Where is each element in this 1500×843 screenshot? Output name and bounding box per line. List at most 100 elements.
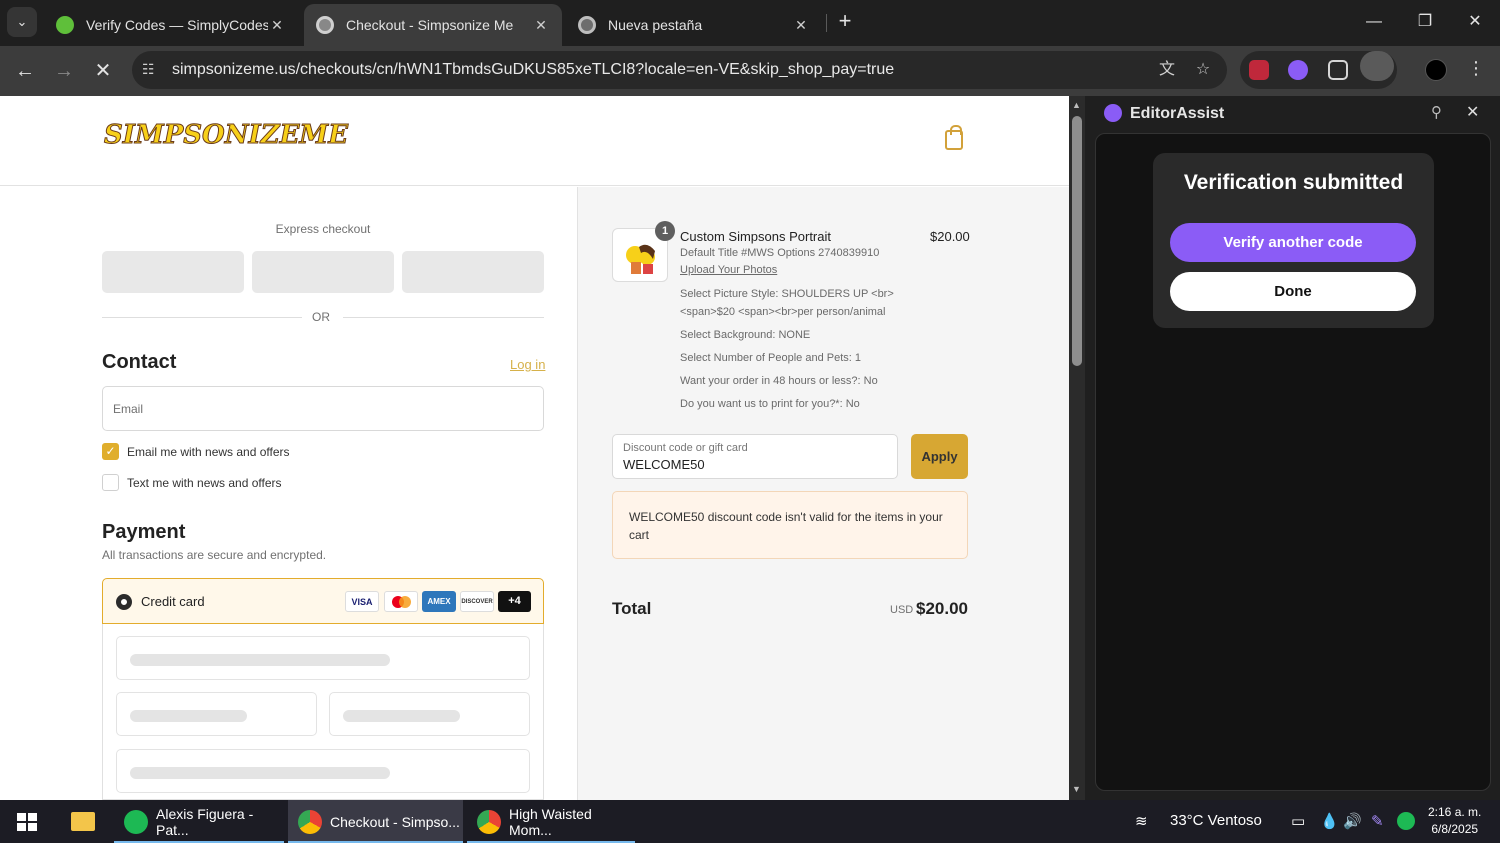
tab-verify-codes[interactable]: Verify Codes — SimplyCodes ✕ <box>44 4 298 46</box>
side-panel-toggle-icon[interactable] <box>1360 51 1394 81</box>
back-icon[interactable]: ← <box>12 58 38 84</box>
side-panel: EditorAssist ⚲ ✕ Verification submitted … <box>1085 96 1500 800</box>
page-scrollbar[interactable]: ▲ ▼ <box>1069 96 1085 800</box>
file-explorer-icon[interactable] <box>60 800 104 843</box>
scroll-down-icon[interactable]: ▼ <box>1072 784 1081 794</box>
express-pay-button-3[interactable] <box>402 251 544 293</box>
browser-toolbar: ← → ✕ ☷ simpsonizeme.us/checkouts/cn/hWN… <box>0 46 1500 96</box>
tab-title: Verify Codes — SimplyCodes <box>86 17 268 33</box>
express-pay-button-2[interactable] <box>252 251 394 293</box>
discount-error-message: WELCOME50 discount code isn't valid for … <box>612 491 968 559</box>
side-panel-close-icon[interactable]: ✕ <box>1466 102 1479 122</box>
onedrive-icon[interactable]: 💧 <box>1320 812 1339 830</box>
chrome-icon <box>477 809 501 834</box>
name-on-card-field[interactable] <box>116 749 530 793</box>
taskbar-item-label: High Waisted Mom... <box>509 805 592 838</box>
total-amount: $20.00 <box>916 599 968 618</box>
minimize-icon[interactable]: — <box>1362 10 1386 34</box>
window-close-icon[interactable]: ✕ <box>1463 10 1487 34</box>
new-tab-icon[interactable]: + <box>832 9 858 35</box>
express-checkout-title: Express checkout <box>275 222 371 236</box>
login-link[interactable]: Log in <box>510 357 545 372</box>
visa-icon: VISA <box>345 591 379 612</box>
taskbar-chrome-profile[interactable]: High Waisted Mom... <box>467 800 635 843</box>
expiration-field[interactable] <box>116 692 317 736</box>
taskbar-spotify[interactable]: Alexis Figuera - Pat... <box>114 800 284 843</box>
ublock-shield-icon[interactable] <box>1249 60 1269 80</box>
discount-code-input[interactable]: Discount code or gift card WELCOME50 <box>612 434 898 479</box>
bookmark-star-icon[interactable]: ☆ <box>1192 59 1214 81</box>
email-news-checkbox[interactable]: ✓ <box>102 443 119 460</box>
product-option: Select Background: NONE <box>680 329 811 341</box>
product-variant: Default Title #MWS Options 2740839910 <box>680 247 880 259</box>
credit-card-option[interactable]: Credit card VISA AMEX DISCOVER +4 <box>102 578 544 624</box>
unpin-icon[interactable]: ⚲ <box>1431 103 1442 121</box>
simplycodes-favicon-icon <box>56 16 74 34</box>
network-icon[interactable]: ▭ <box>1291 812 1305 830</box>
tab-strip: ⌄ Verify Codes — SimplyCodes ✕ Checkout … <box>0 0 1500 46</box>
total-label: Total <box>612 599 652 618</box>
verification-status: Verification submitted <box>1183 171 1404 194</box>
tab-close-icon[interactable]: ✕ <box>268 17 286 34</box>
tab-title: Checkout - Simpsonize Me <box>346 17 514 33</box>
url-text[interactable]: simpsonizeme.us/checkouts/cn/hWN1TbmdsGu… <box>172 61 894 79</box>
puzzle-extensions-icon[interactable] <box>1328 60 1348 80</box>
done-button[interactable]: Done <box>1170 272 1416 311</box>
translate-icon[interactable]: 文 <box>1156 59 1178 81</box>
weather-wind-icon[interactable]: ≋ <box>1135 812 1148 830</box>
currency-code: USD <box>890 604 914 616</box>
card-number-field[interactable] <box>116 636 530 680</box>
tab-close-icon[interactable]: ✕ <box>532 17 550 34</box>
credit-card-radio[interactable] <box>116 594 132 610</box>
email-field[interactable]: Email <box>102 386 544 431</box>
pen-icon[interactable]: ✎ <box>1371 812 1384 830</box>
security-code-field[interactable] <box>329 692 530 736</box>
shopping-bag-icon[interactable] <box>945 125 963 150</box>
tab-search-icon[interactable]: ⌄ <box>7 7 37 37</box>
weather-text[interactable]: 33°C Ventoso <box>1170 812 1262 829</box>
system-clock[interactable]: 2:16 a. m. 6/8/2025 <box>1428 804 1481 838</box>
taskbar-chrome-checkout[interactable]: Checkout - Simpso... <box>288 800 463 843</box>
contact-heading: Contact <box>102 351 177 373</box>
store-logo[interactable]: SIMPSONIZEME <box>103 120 348 151</box>
loading-favicon-icon <box>316 16 334 34</box>
text-news-checkbox[interactable] <box>102 474 119 491</box>
tab-separator <box>826 14 827 32</box>
taskbar-item-label: Alexis Figuera - Pat... <box>156 805 254 838</box>
restore-icon[interactable]: ❐ <box>1413 10 1437 34</box>
forward-icon[interactable]: → <box>51 58 77 84</box>
editorassist-logo-icon <box>1104 104 1122 122</box>
discount-field-label: Discount code or gift card <box>623 442 748 454</box>
address-bar[interactable]: ☷ simpsonizeme.us/checkouts/cn/hWN1Tbmds… <box>132 51 1227 89</box>
scroll-up-icon[interactable]: ▲ <box>1072 100 1081 110</box>
payment-subtext: All transactions are secure and encrypte… <box>102 548 327 562</box>
express-pay-button-1[interactable] <box>102 251 244 293</box>
text-news-label: Text me with news and offers <box>127 476 282 490</box>
chrome-favicon-icon <box>578 16 596 34</box>
tab-close-icon[interactable]: ✕ <box>792 17 810 34</box>
volume-icon[interactable]: 🔊 <box>1343 812 1362 830</box>
amex-icon: AMEX <box>422 591 456 612</box>
windows-start-icon[interactable] <box>17 813 37 831</box>
spotify-tray-icon[interactable] <box>1397 812 1415 830</box>
product-option: Select Picture Style: SHOULDERS UP <br> <box>680 288 894 300</box>
site-info-icon[interactable]: ☷ <box>142 61 160 79</box>
card-form-skeleton <box>102 624 544 800</box>
product-option: Do you want us to print for you?*: No <box>680 398 860 410</box>
stop-icon[interactable]: ✕ <box>90 58 116 84</box>
kebab-menu-icon[interactable]: ⋮ <box>1467 58 1485 79</box>
apply-discount-button[interactable]: Apply <box>911 434 968 479</box>
discount-field-value[interactable]: WELCOME50 <box>623 457 705 472</box>
profile-avatar[interactable] <box>1425 59 1447 81</box>
scrollbar-thumb[interactable] <box>1072 116 1082 366</box>
store-header: SIMPSONIZEME <box>0 96 1069 186</box>
tab-new-tab[interactable]: Nueva pestaña ✕ <box>566 4 822 46</box>
checkout-form: Express checkout OR Contact Log in Email… <box>0 187 577 800</box>
more-cards-badge: +4 <box>498 591 531 612</box>
checkout-page: SIMPSONIZEME Express checkout OR Contact… <box>0 96 1069 800</box>
verification-card: Verification submitted Verify another co… <box>1153 153 1434 328</box>
verify-another-code-button[interactable]: Verify another code <box>1170 223 1416 262</box>
tab-checkout[interactable]: Checkout - Simpsonize Me ✕ <box>304 4 562 46</box>
upload-photos-link[interactable]: Upload Your Photos <box>680 264 777 276</box>
editorassist-extension-icon[interactable] <box>1288 60 1308 80</box>
